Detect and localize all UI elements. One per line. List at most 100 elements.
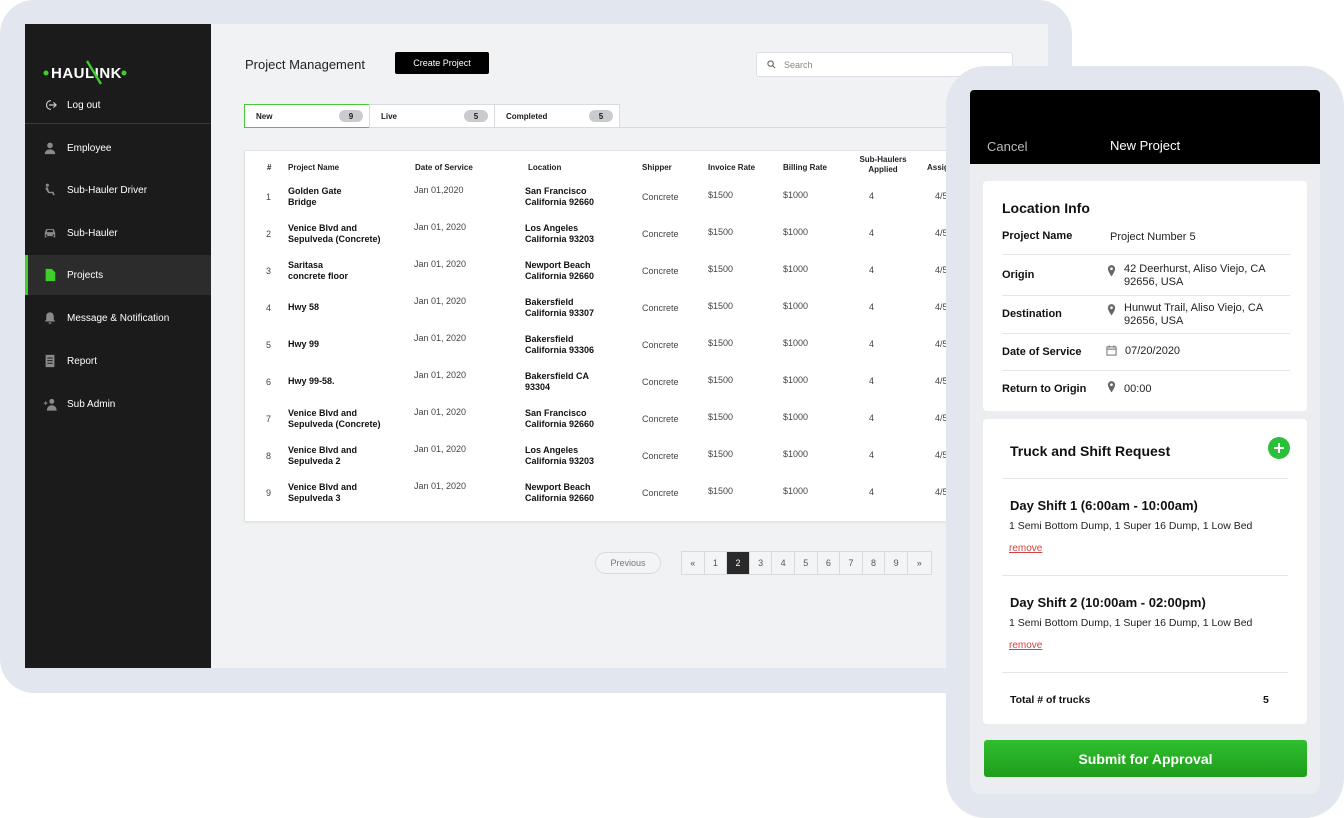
logout-label: Log out	[67, 99, 101, 111]
cell-loc-line2: California 92660	[525, 197, 595, 207]
cell-billing: $1000	[783, 486, 809, 496]
logo-text: HAULINK	[51, 65, 122, 82]
sidebar-item-report[interactable]: Report	[25, 341, 211, 381]
row-divider	[1002, 575, 1288, 576]
page-button-9[interactable]: 9	[885, 552, 908, 574]
cell-name: Venice Blvd and Sepulveda 2	[288, 445, 357, 467]
logout-link[interactable]: Log out	[43, 98, 100, 112]
row-divider	[1002, 333, 1290, 334]
cell-num: 9	[266, 488, 272, 498]
table-row[interactable]: 7 Venice Blvd and Sepulveda (Concrete) Jan …	[245, 407, 1048, 441]
cell-billing: $1000	[783, 264, 809, 274]
sidebar-item-label: Projects	[67, 269, 104, 281]
cell-name-line1: Hwy 99	[288, 339, 320, 349]
tab-label: Live	[381, 111, 398, 121]
previous-button[interactable]: Previous	[595, 552, 661, 574]
row-divider	[1002, 478, 1288, 479]
cell-loc-line2: California 92660	[525, 271, 595, 281]
sidebar-item-label: Message & Notification	[67, 312, 170, 324]
table-row[interactable]: 2 Venice Blvd and Sepulveda (Concrete) Jan …	[245, 222, 1048, 256]
table-row[interactable]: 9 Venice Blvd and Sepulveda 3 Jan 01, 2020 N…	[245, 481, 1048, 515]
cell-invoice: $1500	[708, 486, 734, 496]
page-button-4[interactable]: 4	[772, 552, 795, 574]
sidebar-item-projects[interactable]: Projects	[25, 255, 211, 295]
table-row[interactable]: 8 Venice Blvd and Sepulveda 2 Jan 01, 2020 L…	[245, 444, 1048, 478]
tab-new[interactable]: New 9	[244, 104, 370, 128]
desktop-screen: HAULINK Log out Employee Sub-Hauler Driv…	[25, 24, 1048, 668]
sidebar-item-label: Sub-Hauler	[67, 227, 118, 239]
cell-loc-line1: Newport Beach	[525, 260, 591, 270]
add-shift-button[interactable]	[1268, 437, 1290, 459]
table-row[interactable]: 3 Saritasa concrete floor Jan 01, 2020 Newpo…	[245, 259, 1048, 293]
pagination: « 1 2 3 4 5 6 7 8 9 »	[681, 551, 932, 575]
table-row[interactable]: 5 Hwy 99 Jan 01, 2020 Bakersfield California…	[245, 333, 1048, 367]
cell-shipper: Concrete	[642, 451, 679, 461]
cell-num: 6	[266, 377, 272, 387]
tab-count-badge: 9	[339, 110, 363, 122]
page-button-2[interactable]: 2	[727, 552, 750, 574]
origin-value[interactable]: 42 Deerhurst, Aliso Viejo, CA 92656, USA	[1124, 263, 1266, 289]
tab-label: Completed	[506, 111, 548, 121]
page-button-3[interactable]: 3	[750, 552, 773, 574]
cell-invoice: $1500	[708, 338, 734, 348]
shift-1-remove-link[interactable]: remove	[1009, 543, 1042, 554]
page-button-1[interactable]: 1	[705, 552, 728, 574]
cell-billing: $1000	[783, 412, 809, 422]
cell-name-line1: Golden Gate	[288, 186, 342, 196]
date-of-service-label: Date of Service	[1002, 346, 1082, 358]
table-row[interactable]: 4 Hwy 58 Jan 01, 2020 Bakersfield California…	[245, 296, 1048, 330]
sidebar-item-label: Sub-Hauler Driver	[67, 184, 148, 196]
cancel-button[interactable]: Cancel	[987, 139, 1027, 154]
cell-loc-line1: Bakersfield	[525, 297, 574, 307]
cell-num: 8	[266, 451, 272, 461]
destination-value[interactable]: Hunwut Trail, Aliso Viejo, CA 92656, USA	[1124, 302, 1263, 328]
page-button-7[interactable]: 7	[840, 552, 863, 574]
cell-loc: San Francisco California 92660	[525, 186, 594, 208]
page-first-button[interactable]: «	[682, 552, 705, 574]
document-icon	[45, 268, 56, 282]
tab-live[interactable]: Live 5	[369, 104, 495, 128]
cell-invoice: $1500	[708, 412, 734, 422]
cell-invoice: $1500	[708, 227, 734, 237]
table-row[interactable]: 1 Golden Gate Bridge Jan 01,2020 San Francis…	[245, 185, 1048, 219]
cell-loc: Bakersfield CA 93304	[525, 371, 589, 393]
header-date: Date of Service	[415, 163, 473, 172]
table-row[interactable]: 6 Hwy 99-58. Jan 01, 2020 Bakersfield CA 933…	[245, 370, 1048, 404]
tab-completed[interactable]: Completed 5	[494, 104, 620, 128]
cell-loc-line2: California 93203	[525, 456, 595, 466]
create-project-button[interactable]: Create Project	[395, 52, 489, 74]
page-button-8[interactable]: 8	[863, 552, 886, 574]
bell-icon	[44, 312, 56, 324]
page-last-button[interactable]: »	[908, 552, 931, 574]
page-button-5[interactable]: 5	[795, 552, 818, 574]
cell-loc: Los Angeles California 93203	[525, 223, 594, 245]
sidebar-item-employee[interactable]: Employee	[25, 128, 211, 168]
cell-loc: Bakersfield California 93307	[525, 297, 594, 319]
location-info-title: Location Info	[1002, 200, 1090, 216]
return-to-origin-value[interactable]: 00:00	[1124, 383, 1152, 396]
cell-date: Jan 01, 2020	[414, 259, 467, 269]
project-name-label: Project Name	[1002, 230, 1073, 242]
submit-for-approval-button[interactable]: Submit for Approval	[984, 740, 1307, 777]
cell-name-line1: Venice Blvd and	[288, 223, 358, 233]
cell-name: Venice Blvd and Sepulveda (Concrete)	[288, 408, 381, 430]
sidebar-item-sub-admin[interactable]: Sub Admin	[25, 384, 211, 424]
sidebar-item-label: Sub Admin	[67, 398, 116, 410]
page-button-6[interactable]: 6	[818, 552, 841, 574]
total-trucks-value: 5	[1263, 694, 1269, 706]
cell-date: Jan 01, 2020	[414, 370, 467, 380]
cell-invoice: $1500	[708, 301, 734, 311]
sidebar-item-sub-hauler-driver[interactable]: Sub-Hauler Driver	[25, 170, 211, 210]
cell-loc-line2: 93304	[525, 382, 551, 392]
sidebar-item-message-notification[interactable]: Message & Notification	[25, 298, 211, 338]
row-divider	[1002, 254, 1290, 255]
sidebar-item-sub-hauler[interactable]: Sub-Hauler	[25, 213, 211, 253]
mobile-screen: Cancel New Project Location Info Project…	[970, 90, 1320, 794]
shift-2-remove-link[interactable]: remove	[1009, 640, 1042, 651]
cell-loc-line1: San Francisco	[525, 186, 587, 196]
header-shipper: Shipper	[642, 163, 672, 172]
return-to-origin-label: Return to Origin	[1002, 383, 1087, 395]
date-of-service-value[interactable]: 07/20/2020	[1125, 345, 1180, 358]
project-name-value[interactable]: Project Number 5	[1110, 231, 1196, 244]
cell-invoice: $1500	[708, 375, 734, 385]
